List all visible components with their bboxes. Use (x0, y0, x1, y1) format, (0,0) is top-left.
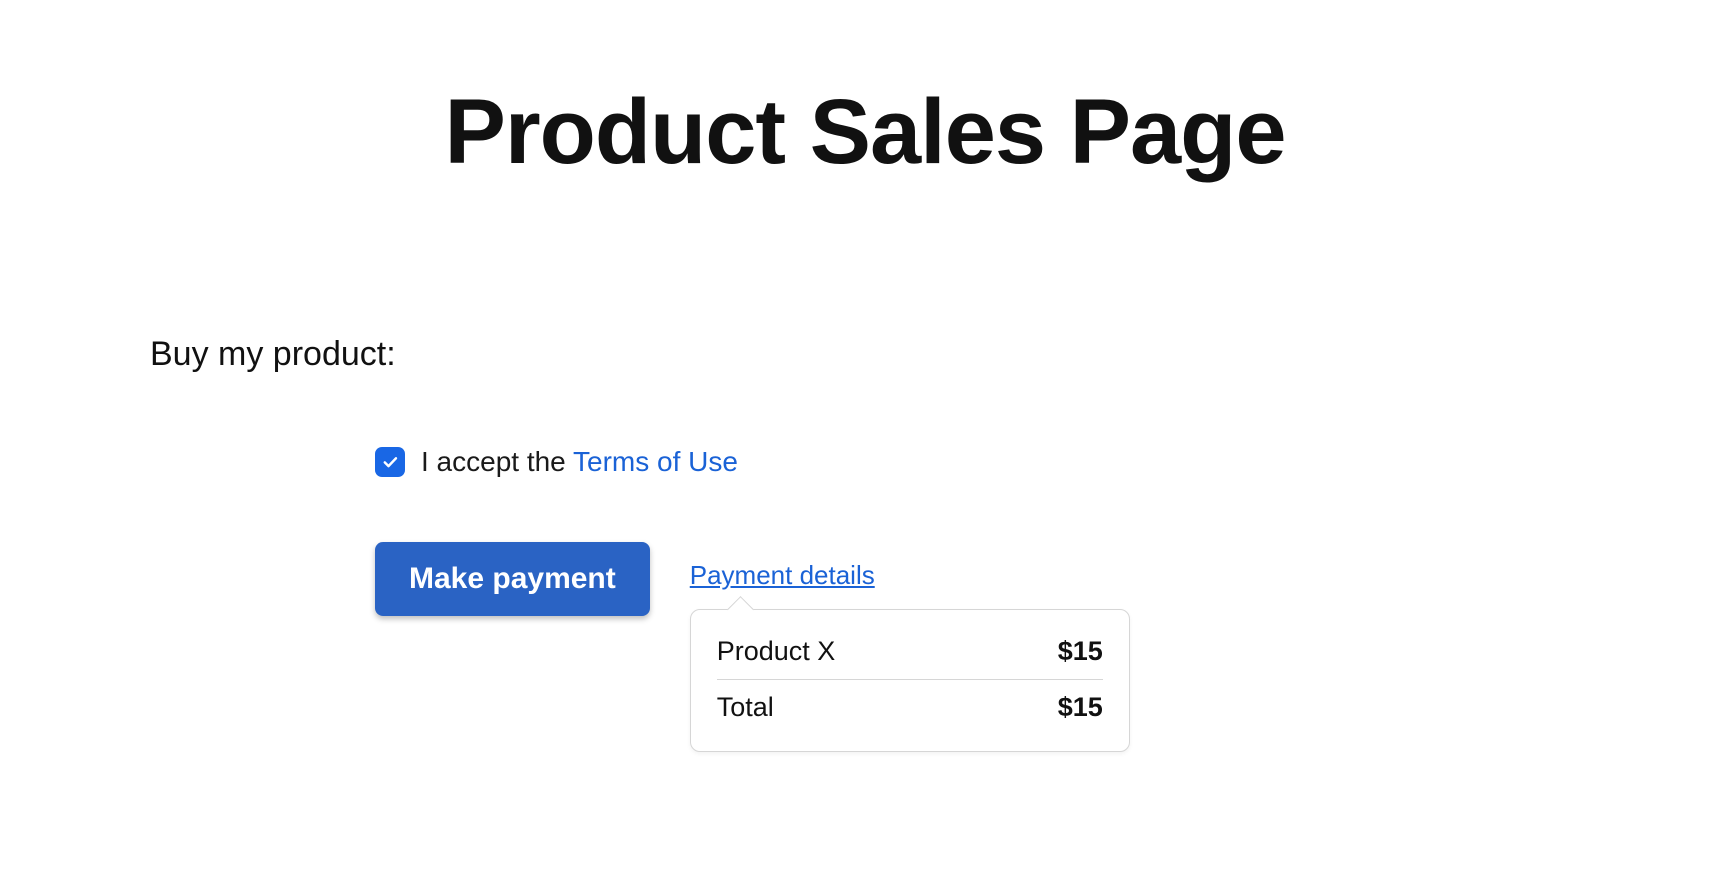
terms-row: I accept the Terms of Use (375, 446, 1580, 478)
line-item: Product X $15 (717, 630, 1103, 673)
terms-label: I accept the Terms of Use (421, 446, 738, 478)
payment-details-section: Payment details Product X $15 Total $15 (690, 542, 1130, 752)
terms-label-prefix: I accept the (421, 446, 573, 477)
action-row: Make payment Payment details Product X $… (375, 542, 1580, 752)
line-item-price: $15 (1058, 636, 1103, 667)
terms-of-use-link[interactable]: Terms of Use (573, 446, 738, 477)
terms-checkbox[interactable] (375, 447, 405, 477)
total-row: Total $15 (717, 679, 1103, 729)
check-icon (381, 453, 399, 471)
line-item-name: Product X (717, 636, 836, 667)
payment-details-link[interactable]: Payment details (690, 560, 875, 591)
total-price: $15 (1058, 692, 1103, 723)
page-title: Product Sales Page (150, 80, 1580, 185)
make-payment-button[interactable]: Make payment (375, 542, 650, 616)
intro-text: Buy my product: (150, 335, 1580, 374)
payment-details-popover: Product X $15 Total $15 (690, 609, 1130, 752)
total-label: Total (717, 692, 774, 723)
